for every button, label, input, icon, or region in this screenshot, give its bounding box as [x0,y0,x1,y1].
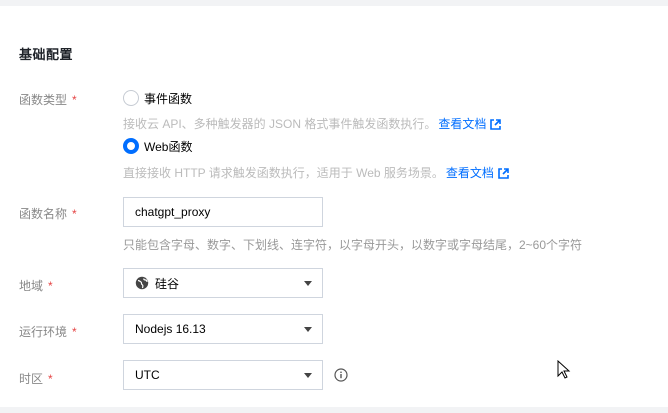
runtime-select[interactable]: Nodejs 16.13 [123,314,323,344]
function-name-help: 只能包含字母、数字、下划线、连字符，以字母开头，以数字或字母结尾，2~60个字符 [123,238,583,252]
web-function-help: 直接接收 HTTP 请求触发函数执行，适用于 Web 服务场景。 查看文档 [123,164,509,182]
region-select[interactable]: 硅谷 [123,268,323,298]
region-label: 地域 * [19,279,53,293]
external-link-icon[interactable] [498,168,509,182]
timezone-value: UTC [135,368,160,382]
radio-event-function-label: 事件函数 [144,91,193,106]
event-function-help: 接收云 API、多种触发器的 JSON 格式事件触发函数执行。 查看文档 [123,115,502,133]
globe-icon [135,276,149,290]
event-doc-link[interactable]: 查看文档 [438,117,486,131]
radio-checked-icon[interactable] [123,138,139,154]
chevron-down-icon[interactable] [304,281,312,286]
info-icon[interactable] [334,368,348,382]
function-name-input[interactable]: chatgpt_proxy [123,197,323,227]
radio-web-function[interactable]: Web函数 [123,137,192,155]
radio-unchecked-icon[interactable] [123,90,139,106]
radio-event-function[interactable]: 事件函数 [123,89,192,107]
chevron-down-icon[interactable] [304,327,312,332]
section-title: 基础配置 [19,47,74,62]
web-doc-link[interactable]: 查看文档 [446,166,494,180]
timezone-select[interactable]: UTC [123,360,323,390]
chevron-down-icon[interactable] [304,373,312,378]
function-type-label: 函数类型 * [19,93,77,107]
timezone-label: 时区 * [19,372,53,386]
basic-config-card [0,6,668,407]
function-name-label: 函数名称 * [19,207,77,221]
radio-web-function-label: Web函数 [144,139,193,154]
region-value: 硅谷 [155,276,180,291]
runtime-label: 运行环境 * [19,325,77,339]
mouse-cursor-icon [557,359,571,385]
external-link-icon[interactable] [490,119,502,133]
runtime-value: Nodejs 16.13 [135,322,206,336]
